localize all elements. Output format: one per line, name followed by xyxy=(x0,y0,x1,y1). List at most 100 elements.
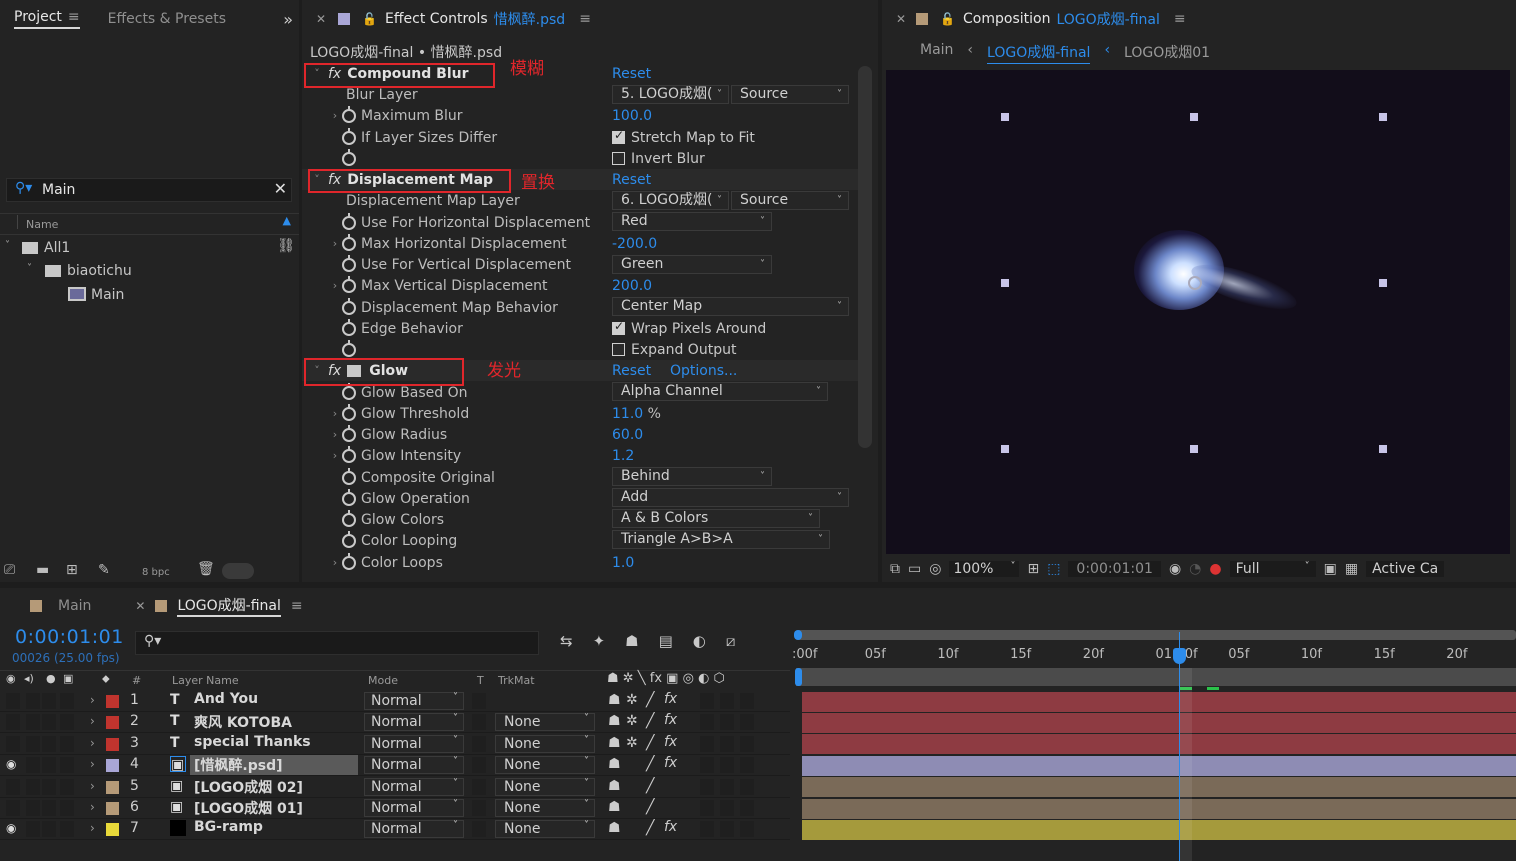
glow-colors-dropdown[interactable]: A & B Colors ˅ xyxy=(612,509,820,528)
param-value[interactable]: 1.2 xyxy=(612,448,634,464)
scroll-thumb[interactable] xyxy=(222,563,254,579)
glow-based-on-dropdown[interactable]: Alpha Channel ˅ xyxy=(612,382,828,401)
checkbox-unchecked-icon[interactable] xyxy=(612,343,625,356)
transform-handle[interactable] xyxy=(1379,445,1387,453)
stopwatch-icon[interactable] xyxy=(342,318,356,336)
close-tab-icon[interactable]: ✕ xyxy=(896,12,906,26)
solo-icon[interactable]: ● xyxy=(46,672,56,685)
monitor-icon[interactable]: ▭ xyxy=(908,561,921,577)
operation-dropdown[interactable]: Add ˅ xyxy=(612,488,849,507)
stopwatch-icon[interactable] xyxy=(342,127,356,145)
effects-scrollbar[interactable] xyxy=(858,66,872,448)
playhead-line[interactable] xyxy=(1179,632,1180,861)
layer-duration-bar[interactable] xyxy=(802,734,1516,755)
tree-item-biaotichu[interactable]: ˅ biaotichu xyxy=(0,261,299,283)
wrap-checkbox[interactable]: Wrap Pixels Around xyxy=(612,319,766,337)
timeline-timecode[interactable]: 0:00:01:01 xyxy=(15,626,124,648)
transform-handle[interactable] xyxy=(1001,445,1009,453)
lock-icon[interactable]: 🔓 xyxy=(362,12,377,26)
graph-editor-icon[interactable]: ⧄ xyxy=(726,632,736,650)
map-layer-source-dropdown[interactable]: Source ˅ xyxy=(731,191,849,210)
stopwatch-icon[interactable] xyxy=(342,509,356,527)
stopwatch-icon[interactable] xyxy=(342,105,356,123)
tab-composition[interactable]: Composition LOGO成烟-final ≡ xyxy=(963,9,1186,29)
tab-main[interactable]: Main xyxy=(58,598,91,614)
expand-checkbox[interactable]: Expand Output xyxy=(612,342,736,358)
stretch-checkbox[interactable]: Stretch Map to Fit xyxy=(612,128,755,146)
region-icon[interactable]: ⬚ xyxy=(1047,561,1060,577)
brush-icon[interactable]: ✎ xyxy=(98,562,110,578)
layer-duration-bar[interactable] xyxy=(802,819,1516,840)
comp-nav-final[interactable]: LOGO成烟-final xyxy=(987,42,1091,64)
param-value[interactable]: 60.0 xyxy=(612,427,643,443)
transform-handle[interactable] xyxy=(1001,113,1009,121)
stopwatch-icon[interactable] xyxy=(342,148,356,166)
sort-arrow-icon[interactable]: ▲ xyxy=(283,214,291,227)
keyframe-marker[interactable] xyxy=(1207,687,1219,690)
flowchart-icon[interactable]: ⛓ xyxy=(277,238,295,254)
comp-nav-main[interactable]: Main xyxy=(920,42,953,64)
eye-icon[interactable]: ◉ xyxy=(6,672,16,685)
color-channels-icon[interactable]: ● xyxy=(1209,561,1221,577)
stopwatch-icon[interactable] xyxy=(342,530,356,548)
close-tab-icon[interactable]: ✕ xyxy=(135,599,145,613)
chevron-right-icon[interactable]: › xyxy=(328,279,342,292)
map-layer-dropdown[interactable]: 6. LOGO成烟(˅ xyxy=(612,191,729,210)
new-folder-icon[interactable]: ▬ xyxy=(36,562,49,578)
work-area-start-handle[interactable] xyxy=(795,668,802,686)
composition-mini-flowchart-icon[interactable]: ⇆ xyxy=(560,632,573,650)
navigator-start-handle[interactable] xyxy=(794,630,802,640)
transform-handle[interactable] xyxy=(1190,445,1198,453)
close-tab-icon[interactable]: ✕ xyxy=(316,12,326,26)
resolution-dropdown[interactable]: Full ˅ xyxy=(1229,561,1316,577)
anchor-point-icon[interactable] xyxy=(1188,276,1202,290)
time-ruler[interactable]: :00f05f10f15f20f01:00f05f10f15f20f02 xyxy=(792,643,1516,667)
invert-checkbox[interactable]: Invert Blur xyxy=(612,151,705,167)
chevron-down-icon[interactable]: ˅ xyxy=(27,263,32,274)
zoom-dropdown[interactable]: 100% ˅ xyxy=(949,561,1020,577)
chevron-right-icon[interactable]: › xyxy=(328,407,342,420)
time-navigator[interactable] xyxy=(796,630,1516,640)
layer-duration-bar[interactable] xyxy=(802,712,1516,733)
menu-icon[interactable]: ≡ xyxy=(1174,11,1186,27)
audio-icon[interactable]: ◂) xyxy=(24,672,34,685)
chevron-right-icon[interactable]: › xyxy=(328,237,342,250)
param-value[interactable]: 1.0 xyxy=(612,555,634,571)
stopwatch-icon[interactable] xyxy=(342,212,356,230)
checkbox-unchecked-icon[interactable] xyxy=(612,152,625,165)
comp-timecode[interactable]: 0:00:01:01 xyxy=(1068,561,1161,577)
draft-3d-icon[interactable]: ✦ xyxy=(593,632,606,650)
comp-nav-logo01[interactable]: LOGO成烟01 xyxy=(1124,42,1210,64)
composite-dropdown[interactable]: Behind ˅ xyxy=(612,467,772,486)
bpc-label[interactable]: 8 bpc xyxy=(142,567,170,578)
tab-project[interactable]: Project ≡ xyxy=(14,9,80,29)
stopwatch-icon[interactable] xyxy=(342,403,356,421)
h-use-dropdown[interactable]: Red ˅ xyxy=(612,212,772,231)
stopwatch-icon[interactable] xyxy=(342,254,356,272)
param-value[interactable]: 11.0 xyxy=(612,406,643,422)
clear-search-icon[interactable]: ✕ xyxy=(274,179,287,198)
checkbox-checked-icon[interactable] xyxy=(612,319,625,335)
transparency-grid-icon[interactable]: ▦ xyxy=(1345,561,1358,577)
lock-icon[interactable]: ▣ xyxy=(63,672,73,685)
column-name-header[interactable]: Name xyxy=(26,218,58,231)
mask-icon[interactable]: ◎ xyxy=(929,561,941,577)
blur-layer-source-dropdown[interactable]: Source ˅ xyxy=(731,85,849,104)
layer-duration-bar[interactable] xyxy=(802,798,1516,819)
blur-layer-dropdown[interactable]: 5. LOGO成烟(˅ xyxy=(612,85,729,104)
behavior-dropdown[interactable]: Center Map ˅ xyxy=(612,297,849,316)
stopwatch-icon[interactable] xyxy=(342,339,356,357)
stopwatch-icon[interactable] xyxy=(342,445,356,463)
camera-snapshot-icon[interactable]: ◉ xyxy=(1169,561,1181,577)
stopwatch-icon[interactable] xyxy=(342,275,356,293)
options-button[interactable]: Options... xyxy=(670,363,737,379)
shy-layers-icon[interactable]: ☗ xyxy=(625,632,638,650)
lock-icon[interactable]: 🔓 xyxy=(940,12,955,26)
param-value[interactable]: -200.0 xyxy=(612,236,657,252)
stopwatch-icon[interactable] xyxy=(342,297,356,315)
reset-button[interactable]: Reset xyxy=(612,172,651,188)
playhead-icon[interactable] xyxy=(1173,648,1186,664)
reset-button[interactable]: Reset xyxy=(612,363,651,379)
trash-icon[interactable]: 🗑 xyxy=(197,561,215,577)
layer-duration-bar[interactable] xyxy=(802,777,1516,798)
